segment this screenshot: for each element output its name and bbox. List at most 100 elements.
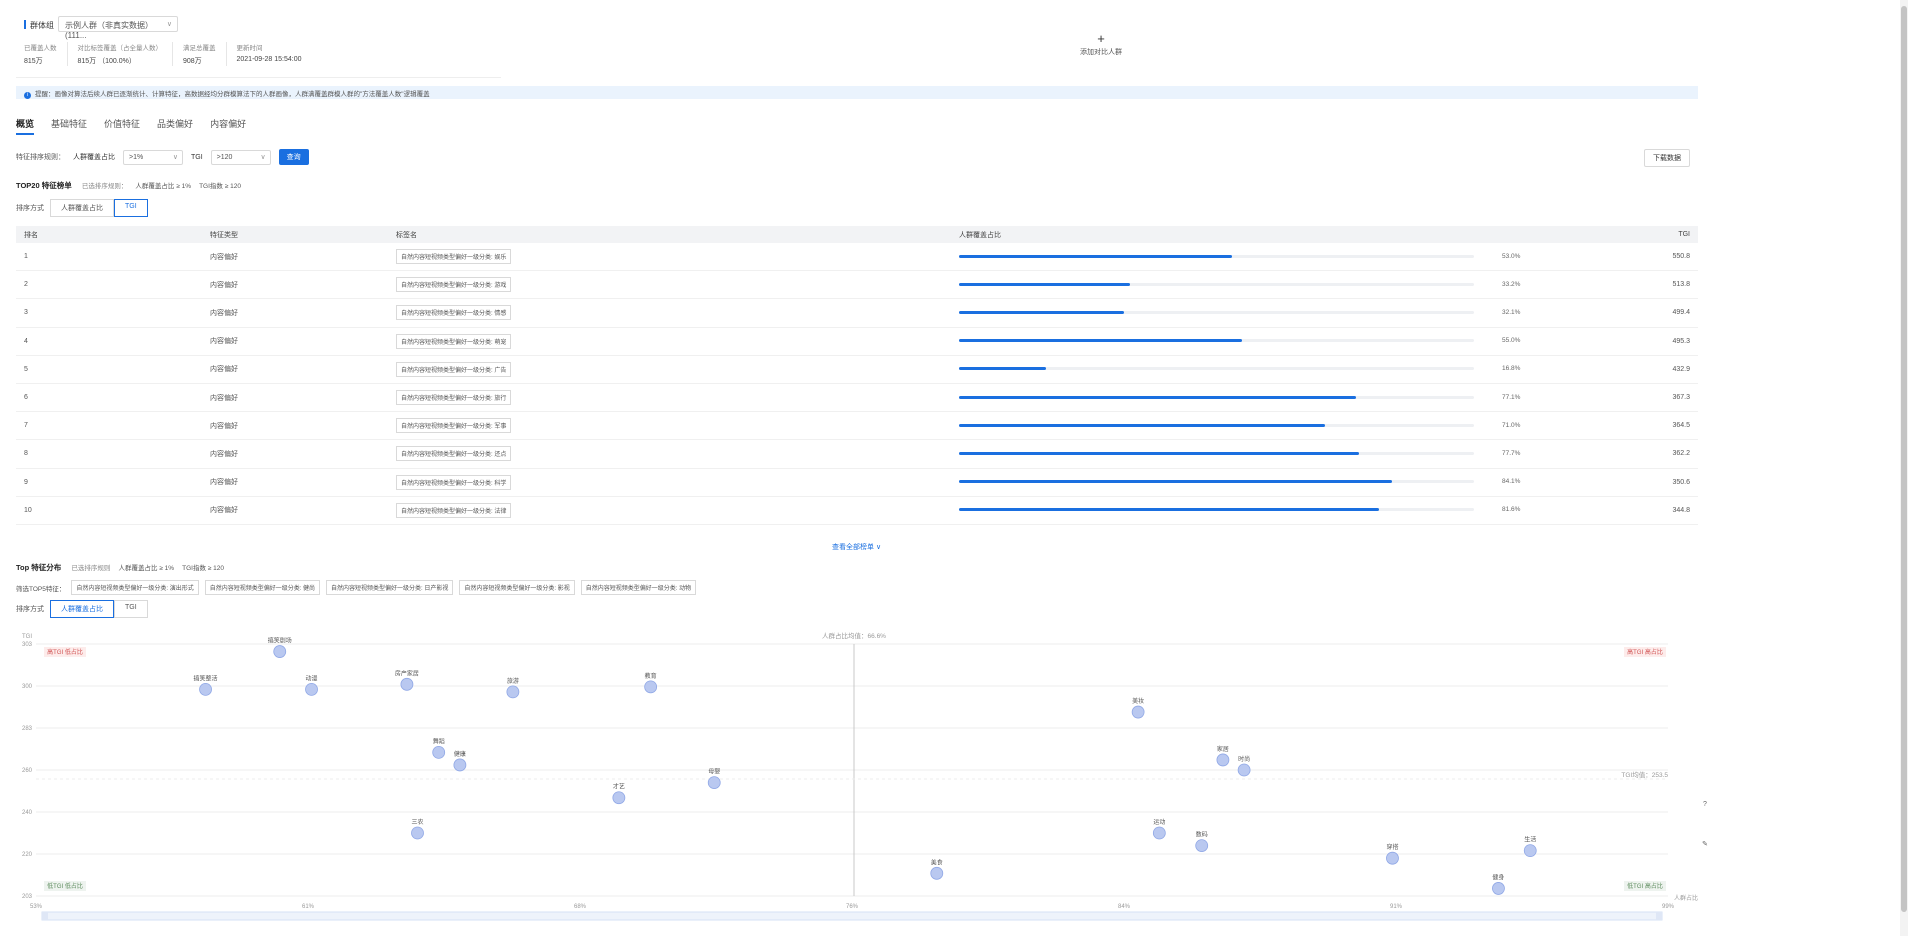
rank-cell: 1 — [24, 253, 28, 261]
coverage-pct: 77.7% — [1502, 449, 1521, 457]
point-label: 房产家居 — [395, 669, 419, 677]
view-all-link[interactable]: 查看全部榜单 ∨ — [832, 542, 881, 552]
coverage-pct: 77.1% — [1502, 393, 1521, 401]
edit-icon[interactable]: ✎ — [1700, 840, 1710, 850]
query-button[interactable]: 查询 — [278, 149, 309, 165]
tag-cell: 自然内容短视频类型偏好一级分类: 还点 — [396, 446, 959, 462]
rank-cell: 5 — [24, 365, 28, 373]
rank-cell: 2 — [24, 281, 28, 289]
mean-y-label: TGI均值：253.5 — [1621, 770, 1668, 779]
tag-label: 自然内容短视频类型偏好一级分类: 军事 — [396, 418, 512, 434]
sort-cover-button[interactable]: 人群覆盖占比 — [50, 199, 114, 217]
download-button[interactable]: 下载数据 — [1644, 149, 1690, 167]
right-gutter — [1710, 0, 1914, 936]
scatter-point — [930, 866, 944, 880]
x-tick-label: 84% — [1118, 904, 1131, 910]
tag-label: 自然内容短视频类型偏好一级分类: 法律 — [396, 502, 512, 518]
zoom-slider — [41, 911, 1663, 921]
quadrant-label: 低TGI 高占比 — [1627, 882, 1663, 890]
top20-title: TOP20 特征榜单 已选排序规则： 人群覆盖占比 ≥ 1% TGI指数 ≥ 1… — [16, 181, 241, 190]
sort-tgi-button[interactable]: TGI — [114, 600, 148, 618]
type-cell: 内容偏好 — [210, 253, 238, 261]
coverage-bar — [959, 339, 1243, 343]
type-cell: 内容偏好 — [210, 281, 238, 289]
point-label: 生活 — [1524, 836, 1536, 844]
type-cell: 内容偏好 — [210, 309, 238, 317]
tgi-select[interactable]: >120 ∨ — [210, 149, 271, 165]
coverage-bar — [959, 254, 1232, 258]
scatter-point — [400, 677, 414, 691]
point-label: 健康 — [454, 750, 466, 758]
scatter-point — [644, 680, 658, 694]
feature-tag[interactable]: 自然内容短视频类型偏好一级分类: 动物 — [580, 580, 697, 595]
coverage-pct: 33.2% — [1502, 280, 1521, 288]
quadrant-label: 高TGI 高占比 — [1627, 648, 1663, 656]
x-tick-label: 99% — [1662, 904, 1675, 910]
tab-value[interactable]: 价值特征 — [104, 117, 140, 135]
feature-tag[interactable]: 自然内容短视频类型偏好一级分类: 日产影视 — [326, 580, 454, 595]
coverage-bar — [959, 423, 1325, 427]
table-row: 1 内容偏好 自然内容短视频类型偏好一级分类: 娱乐 53.0% 550.8 — [16, 243, 1698, 272]
rank-cell: 6 — [24, 394, 28, 402]
tag-cell: 自然内容短视频类型偏好一级分类: 萌宠 — [396, 333, 959, 349]
help-icon[interactable]: ? — [1700, 800, 1710, 810]
stat-item: 对比标签覆盖（占全量人数） 815万 （100.0%） — [78, 42, 173, 66]
coverage-bar — [959, 480, 1393, 484]
tab-category[interactable]: 品类偏好 — [157, 117, 193, 135]
tab-basic[interactable]: 基础特征 — [51, 117, 87, 135]
table-row: 4 内容偏好 自然内容短视频类型偏好一级分类: 萌宠 55.0% 495.3 — [16, 328, 1698, 356]
zoom-handle — [42, 912, 48, 920]
table-row: 9 内容偏好 自然内容短视频类型偏好一级分类: 科学 84.1% 350.6 — [16, 469, 1698, 497]
tab-bar: 概览 基础特征 价值特征 品类偏好 内容偏好 — [16, 117, 246, 135]
tag-label: 自然内容短视频类型偏好一级分类: 娱乐 — [396, 249, 512, 265]
coverage-pct: 81.6% — [1502, 506, 1521, 514]
tag-cell: 自然内容短视频类型偏好一级分类: 法律 — [396, 502, 959, 518]
y-tick-label: 220 — [22, 852, 33, 858]
notice-bar: i 提醒：画像对算法后续人群已逐渐统计、计算特征，高数据经均分群模算法下的人群画像… — [16, 86, 1698, 99]
tag-label: 自然内容短视频类型偏好一级分类: 科学 — [396, 474, 512, 490]
tab-content[interactable]: 内容偏好 — [210, 117, 246, 135]
scatter-point — [432, 745, 446, 759]
feature-tag[interactable]: 自然内容短视频类型偏好一级分类: 健尚 — [204, 580, 321, 595]
top20-table: 排名 特征类型 标签名 人群覆盖占比 TGI 1 内容偏好 自然内容短视频类型偏… — [16, 226, 1698, 525]
scrollbar-thumb[interactable] — [1901, 6, 1907, 912]
scatter-point — [453, 758, 467, 772]
y-tick-label: 303 — [22, 642, 33, 648]
tag-cell: 自然内容短视频类型偏好一级分类: 娱乐 — [396, 249, 959, 265]
stat-item: 已覆盖人数 815万 — [24, 42, 68, 66]
coverage-track — [959, 451, 1474, 455]
coverage-pct: 53.0% — [1502, 252, 1521, 260]
table-row: 6 内容偏好 自然内容短视频类型偏好一级分类: 旅行 77.1% 367.3 — [16, 384, 1698, 413]
type-cell: 内容偏好 — [210, 479, 238, 487]
rank-cell: 9 — [24, 478, 28, 486]
tab-overview[interactable]: 概览 — [16, 117, 35, 135]
coverage-track — [959, 367, 1474, 371]
feature-tag[interactable]: 自然内容短视频类型偏好一级分类: 影视 — [459, 580, 575, 595]
point-label: 搞笑剧场 — [268, 637, 292, 645]
scatter-point — [1216, 753, 1230, 767]
tag-cell: 自然内容短视频类型偏好一级分类: 游戏 — [396, 277, 959, 293]
point-label: 美食 — [931, 858, 943, 866]
coverage-bar — [959, 508, 1380, 512]
tag-label: 自然内容短视频类型偏好一级分类: 还点 — [396, 446, 512, 462]
sort-tgi-button[interactable]: TGI — [114, 199, 148, 217]
point-label: 母婴 — [708, 769, 720, 776]
cover-select[interactable]: >1% ∨ — [123, 149, 183, 165]
point-label: 才艺 — [613, 783, 625, 791]
title-marker — [24, 20, 26, 29]
point-label: 美妆 — [1132, 697, 1144, 705]
add-compare-button[interactable]: + 添加对比人群 — [503, 12, 1699, 78]
scatter-point — [612, 791, 626, 805]
coverage-track — [959, 508, 1474, 512]
table-row: 8 内容偏好 自然内容短视频类型偏好一级分类: 还点 77.7% 362.2 — [16, 440, 1698, 469]
tag-cell: 自然内容短视频类型偏好一级分类: 军事 — [396, 418, 959, 434]
feature-tag[interactable]: 自然内容短视频类型偏好一级分类: 演出形式 — [71, 580, 199, 595]
table-row: 10 内容偏好 自然内容短视频类型偏好一级分类: 法律 81.6% 344.8 — [16, 497, 1698, 525]
sort-cover-button[interactable]: 人群覆盖占比 — [50, 600, 114, 618]
y-tick-label: 260 — [22, 768, 33, 774]
tag-cell: 自然内容短视频类型偏好一级分类: 科学 — [396, 474, 959, 490]
crowd-select[interactable]: 示例人群（非真实数据）(111... ∨ — [58, 16, 178, 40]
scatter-point — [411, 826, 424, 840]
scatter-point — [1492, 882, 1505, 895]
scatter-point — [199, 682, 212, 696]
